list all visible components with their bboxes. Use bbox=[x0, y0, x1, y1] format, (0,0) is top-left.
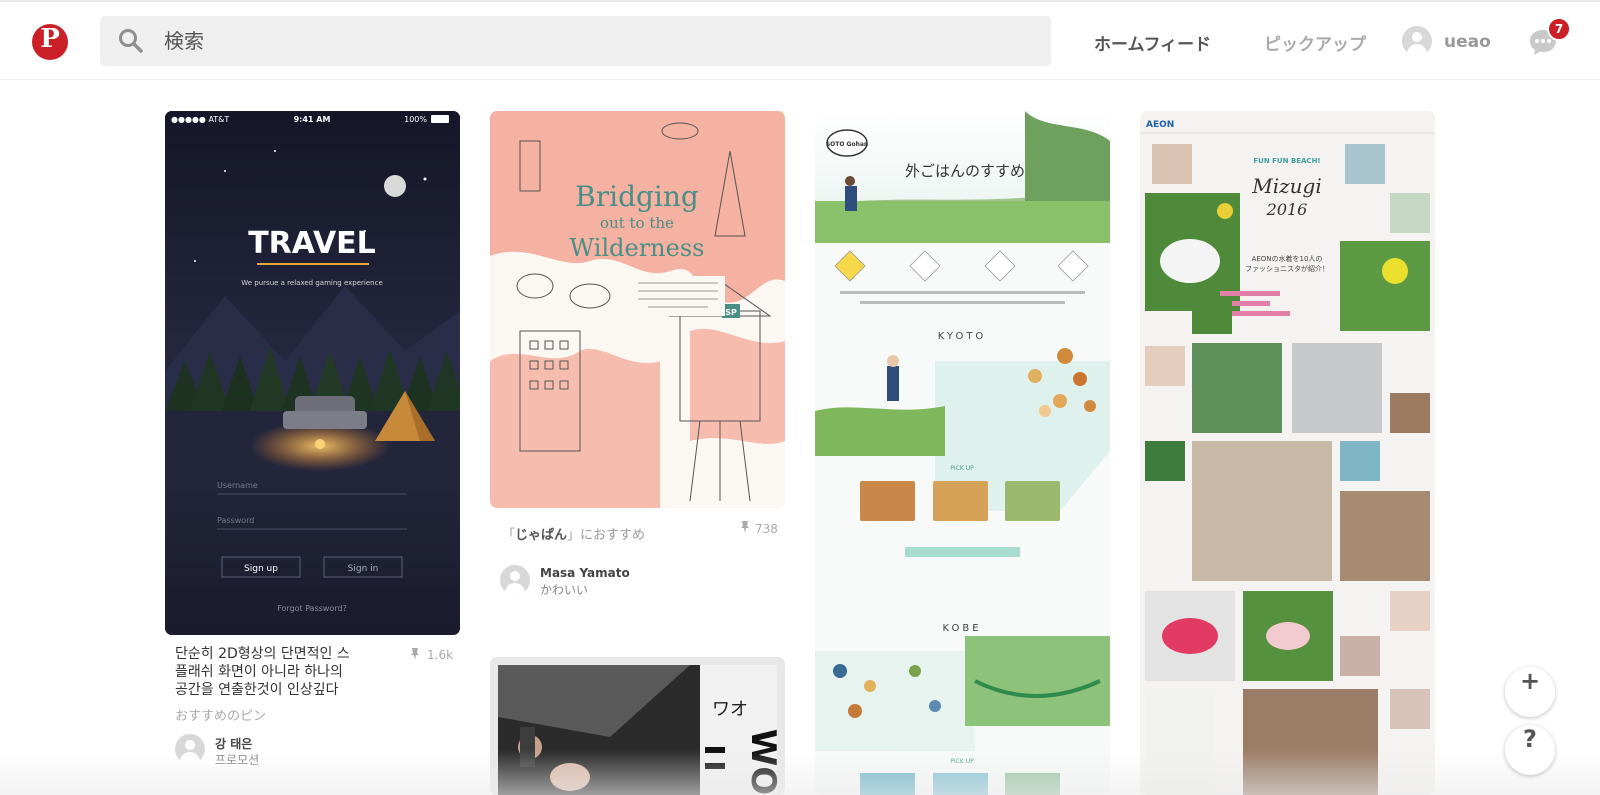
soto-section-kobe: KOBE bbox=[942, 623, 981, 634]
pin-card[interactable]: TRAVEL We pursue a relaxed gaming experi… bbox=[165, 111, 460, 767]
wilderness-illustration: Bridging out to the Wilderness SP bbox=[490, 111, 785, 508]
pin-icon bbox=[741, 521, 749, 533]
pin-image[interactable]: TRAVEL We pursue a relaxed gaming experi… bbox=[165, 111, 460, 635]
gallery-photo: ワオ WO bbox=[490, 657, 785, 795]
user-name: ueao bbox=[1444, 32, 1491, 52]
pin-icon bbox=[411, 648, 419, 660]
recommend-suffix: 」におすすめ bbox=[567, 528, 646, 543]
forgot-label: Forgot Password? bbox=[277, 604, 347, 613]
soto-pickup-2: PICK UP bbox=[950, 758, 974, 765]
mizugi-caption-line2: ファッショニスタが紹介！ bbox=[1245, 264, 1329, 273]
travel-app-screenshot: TRAVEL We pursue a relaxed gaming experi… bbox=[165, 111, 460, 635]
illustration-title-line3: Wilderness bbox=[570, 234, 705, 262]
add-pin-button[interactable]: + bbox=[1505, 667, 1555, 717]
pinner-board[interactable]: 프로모션 bbox=[215, 751, 259, 768]
avatar bbox=[1402, 26, 1432, 56]
username-placeholder: Username bbox=[217, 481, 258, 490]
nav-home-feed[interactable]: ホームフィード bbox=[1094, 30, 1211, 55]
pinterest-logo-icon[interactable]: P bbox=[32, 24, 68, 60]
password-placeholder: Password bbox=[217, 516, 254, 525]
pin-image[interactable]: Bridging out to the Wilderness SP bbox=[490, 111, 785, 508]
recommend-label: 「じゃぱん」におすすめ bbox=[502, 524, 645, 543]
pin-description-line: 단순히 2D형상의 단면적인 스 bbox=[175, 646, 350, 662]
pinner-board[interactable]: かわいい bbox=[540, 581, 588, 598]
status-carrier: ●●●●● AT&T bbox=[171, 115, 229, 124]
top-nav: P ホームフィード ピックアップ ueao 7 bbox=[0, 2, 1600, 80]
pin-card[interactable]: Bridging out to the Wilderness SP 「じゃぱん」… bbox=[490, 111, 785, 597]
nav-pickup[interactable]: ピックアップ bbox=[1264, 30, 1366, 55]
search-bar[interactable] bbox=[100, 16, 1051, 66]
mizugi-webpage: AEON FUN FUN BEACH! Mizugi 2016 AEONの水着を… bbox=[1140, 111, 1435, 795]
mizugi-title: Mizugi bbox=[1251, 174, 1322, 198]
status-battery: 100% bbox=[404, 115, 427, 124]
soto-title: 外ごはんのすすめ bbox=[905, 162, 1025, 180]
soto-section-kyoto: KYOTO bbox=[938, 331, 987, 342]
recommend-keyword[interactable]: じゃぱん bbox=[515, 528, 567, 543]
pin-image[interactable]: SOTO Gohan 外ごはんのすすめ KYOTO PICK UP KOBE P… bbox=[815, 111, 1110, 795]
signin-label: Sign in bbox=[348, 564, 379, 574]
pin-card[interactable]: ワオ WO bbox=[490, 657, 785, 795]
illustration-title-line2: out to the bbox=[600, 214, 674, 232]
mizugi-year: 2016 bbox=[1266, 200, 1308, 219]
pin-description-line: 플래쉬 화면이 아니라 하나의 bbox=[175, 664, 343, 680]
pin-image[interactable]: ワオ WO bbox=[490, 657, 785, 795]
save-count: 1.6k bbox=[427, 648, 454, 662]
travel-title: TRAVEL bbox=[248, 226, 376, 261]
search-icon bbox=[119, 29, 143, 53]
soto-badge: SOTO Gohan bbox=[826, 141, 868, 148]
logo-letter: P bbox=[40, 24, 60, 54]
soto-gohan-webpage: SOTO Gohan 外ごはんのすすめ KYOTO PICK UP KOBE P… bbox=[815, 111, 1110, 795]
photo-sign-text: ワオ bbox=[712, 699, 748, 720]
signup-label: Sign up bbox=[244, 564, 278, 574]
pin-description-line: 공간을 연출한것이 인상깊다 bbox=[175, 682, 339, 698]
photo-sign-vertical: WO bbox=[743, 729, 783, 795]
recommend-prefix: 「 bbox=[502, 528, 516, 543]
illustration-title-line1: Bridging bbox=[575, 180, 699, 213]
pinner-avatar[interactable] bbox=[175, 734, 205, 764]
pinner-name[interactable]: 강 태은 bbox=[215, 735, 252, 752]
travel-tagline: We pursue a relaxed gaming experience bbox=[241, 279, 383, 287]
pinner-avatar[interactable] bbox=[500, 565, 530, 595]
notification-badge: 7 bbox=[1547, 17, 1571, 41]
pinner-name[interactable]: Masa Yamato bbox=[540, 566, 630, 580]
pin-card[interactable]: SOTO Gohan 外ごはんのすすめ KYOTO PICK UP KOBE P… bbox=[815, 111, 1110, 795]
save-count: 738 bbox=[755, 522, 778, 536]
pin-card[interactable]: AEON FUN FUN BEACH! Mizugi 2016 AEONの水着を… bbox=[1140, 111, 1435, 795]
mizugi-caption-line1: AEONの水着を10人の bbox=[1252, 254, 1323, 263]
pin-image[interactable]: AEON FUN FUN BEACH! Mizugi 2016 AEONの水着を… bbox=[1140, 111, 1435, 795]
search-input[interactable] bbox=[164, 25, 1024, 57]
mizugi-tagline: FUN FUN BEACH! bbox=[1253, 157, 1320, 165]
soto-pickup-1: PICK UP bbox=[950, 465, 974, 472]
illustration-sign: SP bbox=[725, 308, 737, 317]
help-button[interactable]: ? bbox=[1505, 725, 1555, 775]
recommend-label: おすすめのピン bbox=[175, 709, 267, 724]
mizugi-brand: AEON bbox=[1146, 120, 1174, 130]
status-time: 9:41 AM bbox=[294, 115, 331, 124]
